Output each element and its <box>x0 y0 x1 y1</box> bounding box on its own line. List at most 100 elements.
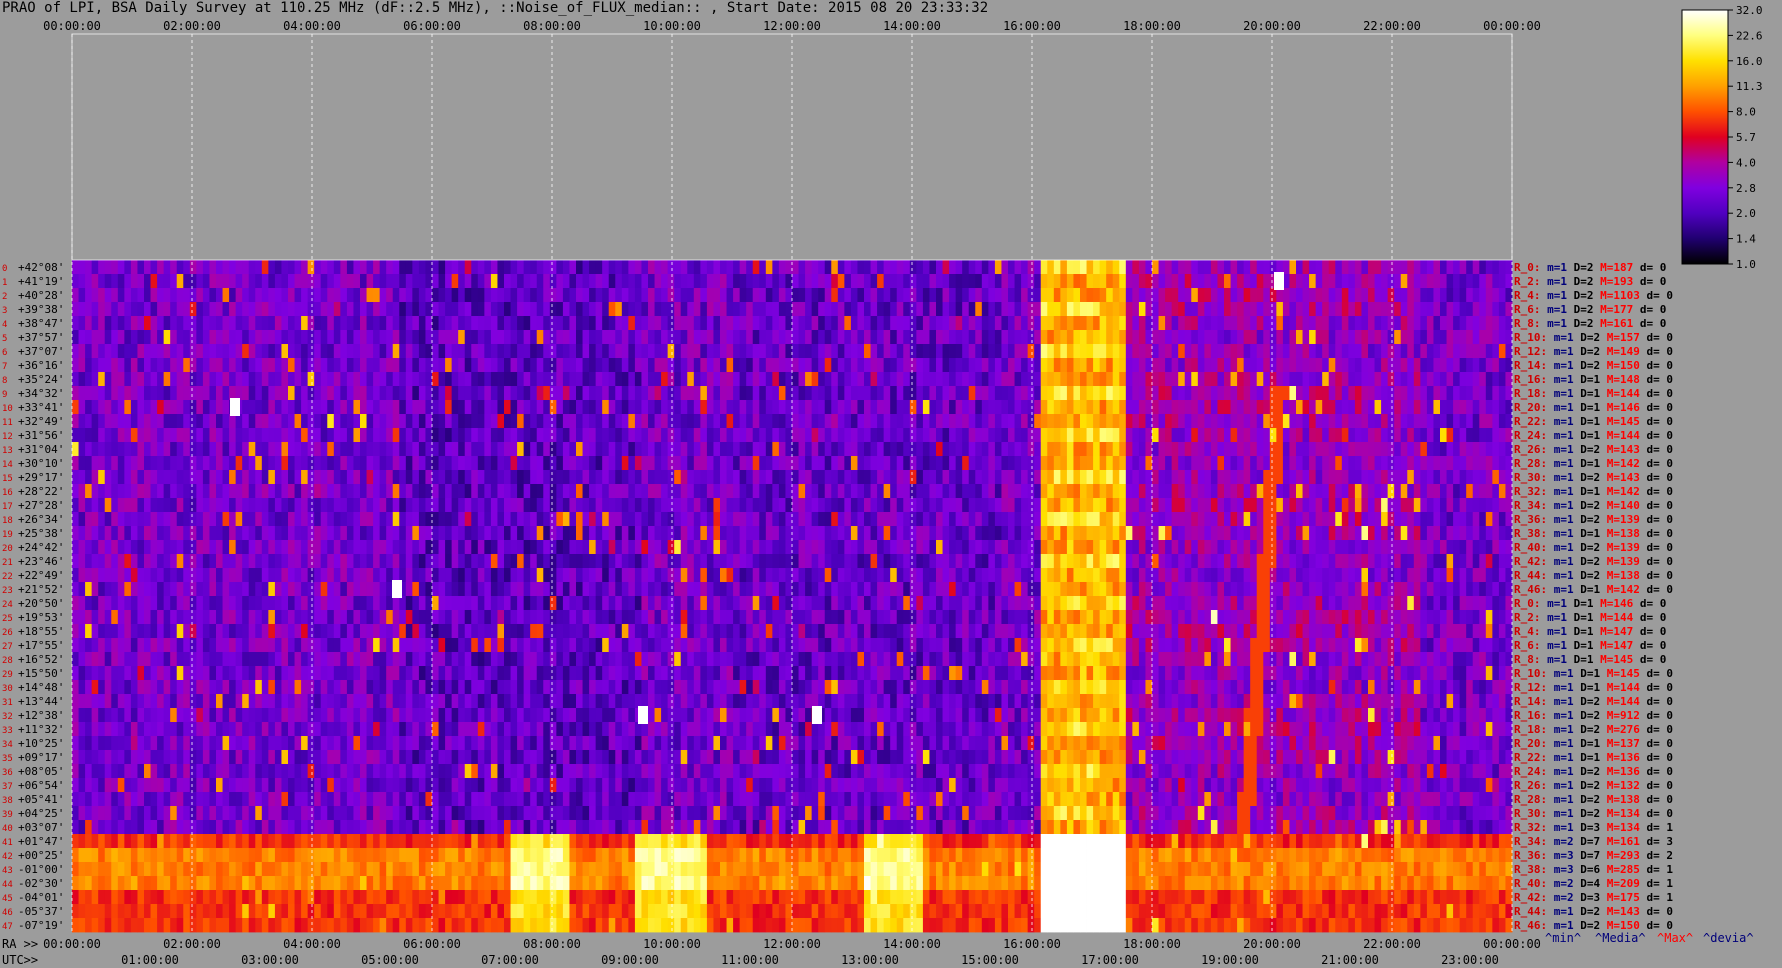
heatmap-cell <box>1315 498 1323 513</box>
heatmap-cell <box>1158 526 1166 541</box>
heatmap-cell <box>261 456 269 471</box>
heatmap-cell <box>1276 330 1284 345</box>
heatmap-cell <box>314 344 322 359</box>
heatmap-cell <box>301 554 309 569</box>
heatmap-cell <box>1289 554 1297 569</box>
heatmap-cell <box>379 330 387 345</box>
heatmap-cell <box>844 512 852 527</box>
heatmap-cell <box>301 372 309 387</box>
heatmap-cell <box>929 540 937 555</box>
heatmap-cell <box>1472 400 1480 415</box>
heatmap-cell <box>451 372 459 387</box>
heatmap-cell <box>667 316 675 331</box>
heatmap-cell <box>1112 540 1120 555</box>
heatmap-cell <box>1433 484 1441 499</box>
heatmap-cell <box>595 400 603 415</box>
heatmap-cell <box>1387 372 1395 387</box>
heatmap-cell <box>1132 526 1140 541</box>
heatmap-cell <box>922 386 930 401</box>
heatmap-cell <box>261 526 269 541</box>
heatmap-cell <box>674 540 682 555</box>
heatmap-cell <box>261 484 269 499</box>
heatmap-cell <box>1394 358 1402 373</box>
heatmap-cell <box>1413 442 1421 457</box>
heatmap-cell <box>360 428 367 443</box>
heatmap-cell <box>189 302 197 317</box>
heatmap-cell <box>752 442 760 457</box>
heatmap-cell <box>615 484 623 499</box>
heatmap-cell <box>1387 470 1395 485</box>
heatmap-cell <box>1125 498 1133 513</box>
heatmap-cell <box>274 330 282 345</box>
heatmap-cell <box>752 554 760 569</box>
heatmap-cell <box>471 316 479 331</box>
heatmap-cell <box>1328 498 1336 513</box>
heatmap-cell <box>975 372 983 387</box>
heatmap-cell <box>373 414 381 429</box>
heatmap-cell <box>1204 428 1212 443</box>
heatmap-cell <box>746 330 754 345</box>
heatmap-cell <box>1492 428 1500 443</box>
heatmap-cell <box>1485 470 1493 485</box>
heatmap-cell <box>353 316 361 331</box>
heatmap-cell <box>916 372 924 387</box>
heatmap-cell <box>1014 302 1022 317</box>
heatmap-cell <box>229 540 237 555</box>
heatmap-cell <box>1138 554 1146 569</box>
heatmap-cell <box>608 260 616 275</box>
heatmap-cell <box>975 288 983 303</box>
heatmap-cell <box>1296 330 1303 345</box>
heatmap-cell <box>1269 358 1277 373</box>
heatmap-cell <box>1413 358 1421 373</box>
heatmap-cell <box>320 288 328 303</box>
heatmap-cell <box>1407 358 1415 373</box>
heatmap-cell <box>857 260 865 275</box>
heatmap-cell <box>988 386 996 401</box>
heatmap-cell <box>994 456 1002 471</box>
heatmap-cell <box>962 568 970 583</box>
heatmap-cell <box>857 470 865 485</box>
heatmap-cell <box>1073 484 1081 499</box>
heatmap-cell <box>589 330 597 345</box>
heatmap-cell <box>307 330 315 345</box>
heatmap-cell <box>445 414 453 429</box>
heatmap-cell <box>674 484 682 499</box>
heatmap-cell <box>936 358 943 373</box>
heatmap-cell <box>1217 554 1225 569</box>
heatmap-cell <box>713 316 721 331</box>
heatmap-cell <box>569 442 577 457</box>
heatmap-cell <box>1289 260 1297 275</box>
heatmap-cell <box>438 484 446 499</box>
heatmap-cell <box>1354 470 1362 485</box>
heatmap-cell <box>922 344 930 359</box>
heatmap-cell <box>883 386 891 401</box>
heatmap-cell <box>726 470 734 485</box>
heatmap-cell <box>1224 316 1231 331</box>
heatmap-cell <box>595 274 603 289</box>
heatmap-cell <box>922 302 930 317</box>
heatmap-cell <box>333 540 341 555</box>
heatmap-cell <box>949 386 957 401</box>
heatmap-cell <box>726 554 734 569</box>
heatmap-cell <box>1125 386 1133 401</box>
heatmap-cell <box>1433 442 1441 457</box>
heatmap-cell <box>792 540 799 555</box>
heatmap-cell <box>981 540 989 555</box>
heatmap-cell <box>824 288 832 303</box>
heatmap-cell <box>248 498 256 513</box>
heatmap-cell <box>405 554 413 569</box>
heatmap-cell <box>1001 414 1009 429</box>
heatmap-cell <box>778 274 786 289</box>
heatmap-cell <box>994 554 1002 569</box>
heatmap-cell <box>1354 358 1362 373</box>
heatmap-cell <box>792 526 799 541</box>
heatmap-cell <box>1224 512 1231 527</box>
heatmap-cell <box>962 470 970 485</box>
heatmap-cell <box>517 428 525 443</box>
heatmap-cell <box>72 470 79 485</box>
heatmap-cell <box>1420 372 1428 387</box>
heatmap-cell <box>1381 344 1389 359</box>
heatmap-cell <box>490 260 498 275</box>
heatmap-cell <box>373 358 381 373</box>
heatmap-cell <box>255 442 263 457</box>
